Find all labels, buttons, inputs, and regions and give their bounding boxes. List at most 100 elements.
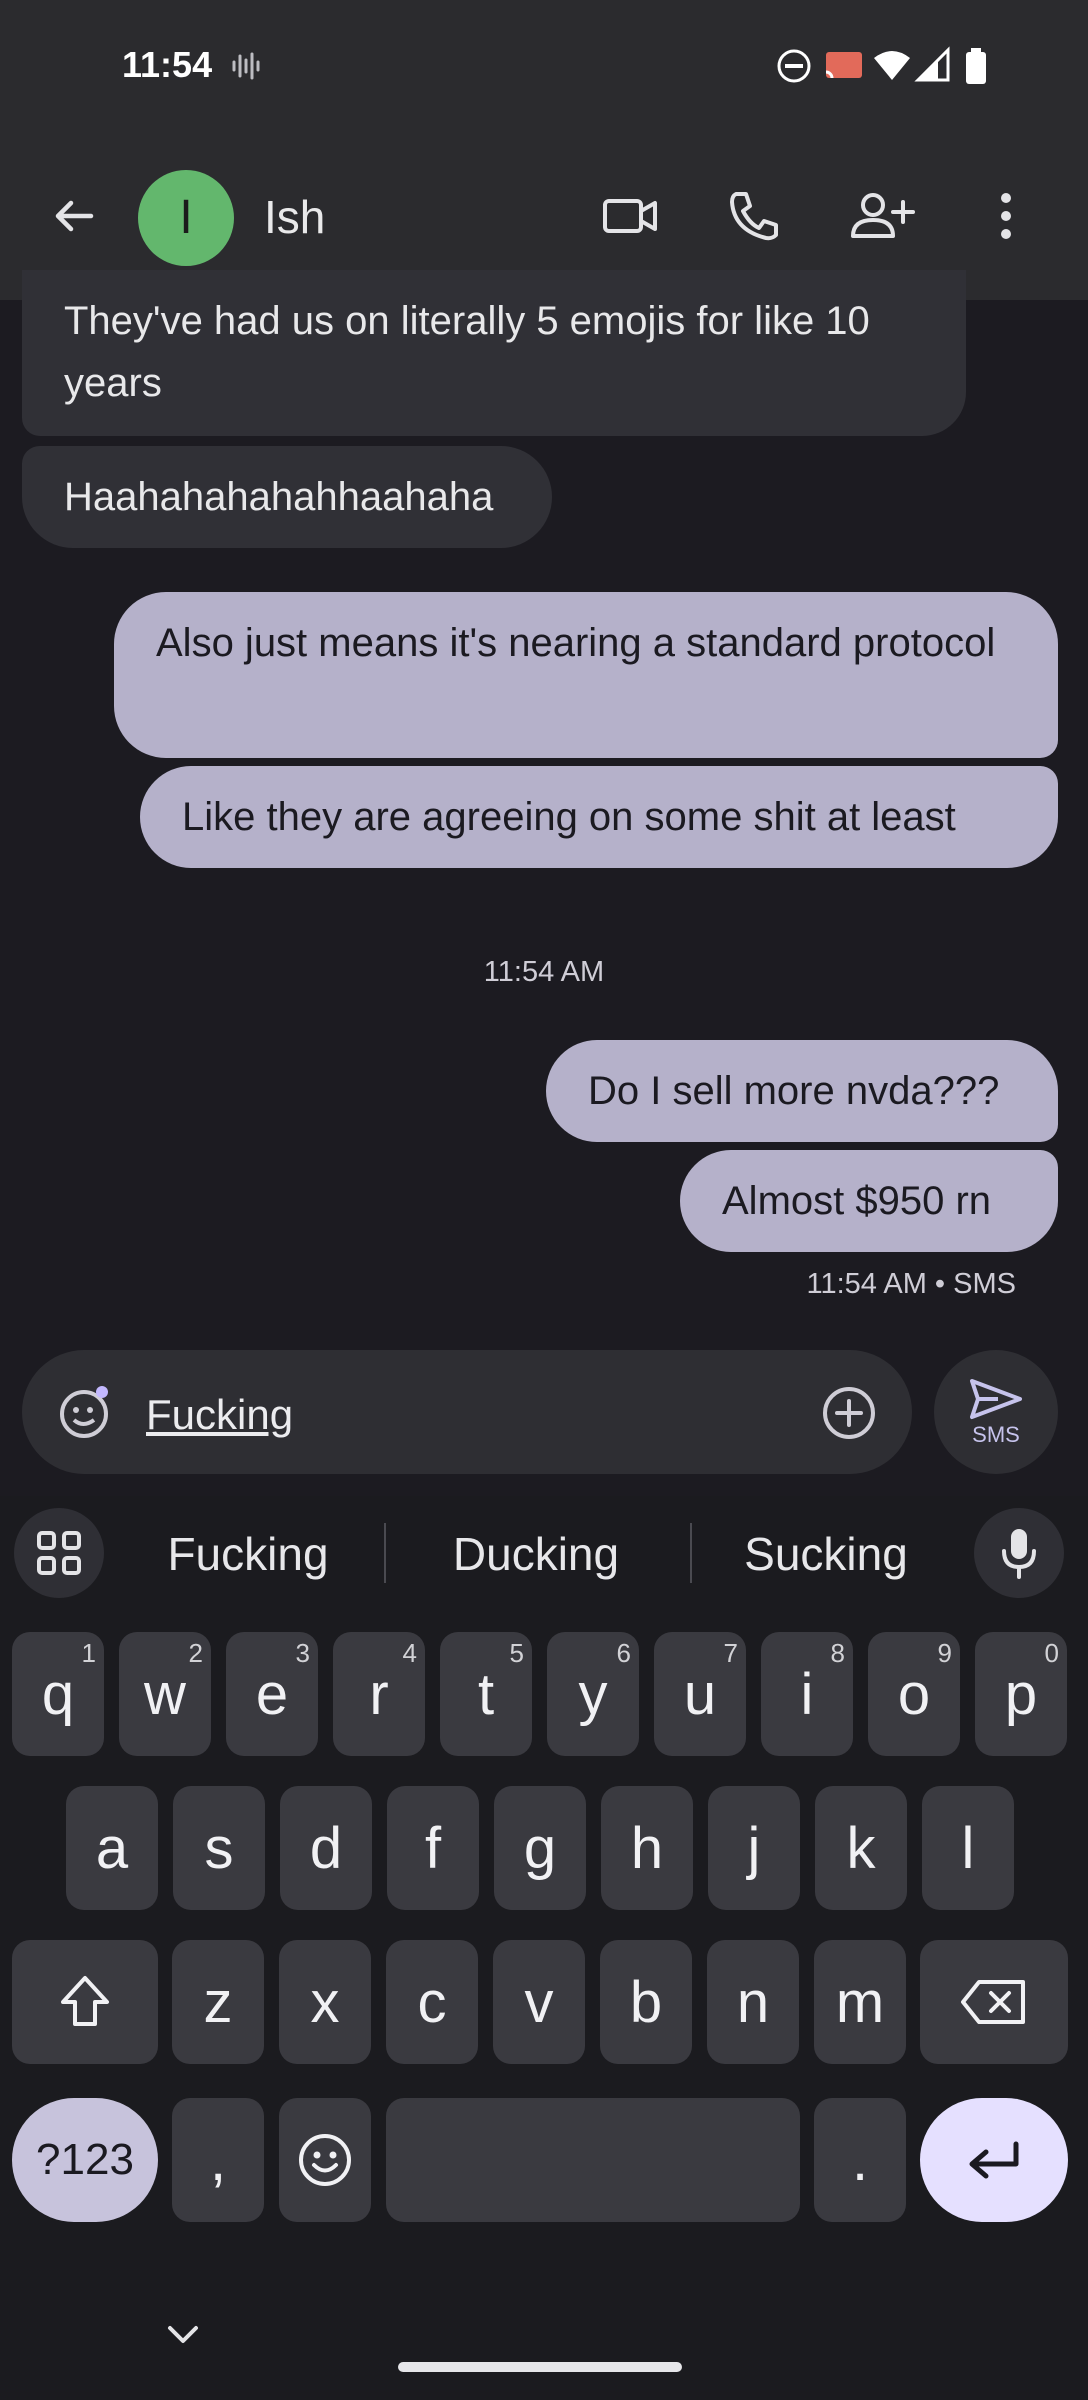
key-e-hint: 3 (295, 1638, 310, 1668)
key-j-label: j (747, 1815, 761, 1881)
emoji-key[interactable] (279, 2098, 371, 2222)
comma-key-label: , (209, 2127, 227, 2193)
key-z[interactable]: z (172, 1940, 264, 2064)
key-a[interactable]: a (66, 1786, 158, 1910)
key-e[interactable]: e3 (226, 1632, 318, 1756)
suggestion-1[interactable]: Fucking (128, 1524, 368, 1584)
key-y-hint: 6 (616, 1638, 631, 1668)
microphone-icon[interactable] (974, 1508, 1064, 1598)
key-c-label: c (417, 1969, 447, 2035)
key-e-label: e (255, 1661, 289, 1727)
suggestion-3[interactable]: Sucking (706, 1524, 946, 1584)
period-key[interactable]: . (814, 2098, 906, 2222)
hide-keyboard-chevron-icon[interactable] (162, 2320, 204, 2350)
incoming-message[interactable]: They've had us on literally 5 emojis for… (22, 270, 966, 436)
key-o[interactable]: o9 (868, 1632, 960, 1756)
suggestion-divider (384, 1523, 386, 1583)
keyboard-apps-icon[interactable] (14, 1508, 104, 1598)
key-q-hint: 1 (81, 1638, 96, 1668)
outgoing-message[interactable]: Also just means it's nearing a standard … (114, 592, 1058, 758)
add-attachment-icon[interactable] (820, 1384, 878, 1442)
message-timestamp: 11:54 AM (483, 956, 605, 988)
shift-key[interactable] (12, 1940, 158, 2064)
key-q-label: q (41, 1661, 75, 1727)
shift-icon (61, 1976, 109, 2026)
key-r-label: r (369, 1661, 389, 1727)
key-t-hint: 5 (509, 1638, 524, 1668)
battery-icon (962, 46, 992, 86)
incoming-message[interactable]: Haahahahahahhaahaha (22, 446, 552, 548)
key-p-hint: 0 (1044, 1638, 1059, 1668)
home-indicator[interactable] (398, 2362, 682, 2372)
key-r[interactable]: r4 (333, 1632, 425, 1756)
key-h[interactable]: h (601, 1786, 693, 1910)
contact-name[interactable]: Ish (264, 190, 325, 244)
key-h-label: h (630, 1815, 664, 1881)
key-b-label: b (629, 1969, 663, 2035)
contact-avatar[interactable]: I (138, 170, 234, 266)
key-q[interactable]: q1 (12, 1632, 104, 1756)
key-c[interactable]: c (386, 1940, 478, 2064)
message-status: 11:54 AM • SMS (806, 1268, 1017, 1300)
key-d-label: d (309, 1815, 343, 1881)
cast-icon (822, 46, 866, 86)
key-l[interactable]: l (922, 1786, 1014, 1910)
key-f[interactable]: f (387, 1786, 479, 1910)
key-v-label: v (524, 1969, 554, 2035)
video-call-icon[interactable] (592, 178, 668, 254)
key-d[interactable]: d (280, 1786, 372, 1910)
key-u-hint: 7 (723, 1638, 738, 1668)
send-button[interactable]: SMS (934, 1350, 1058, 1474)
key-y[interactable]: y6 (547, 1632, 639, 1756)
more-options-icon[interactable] (968, 178, 1044, 254)
key-x-label: x (310, 1969, 340, 2035)
key-y-label: y (578, 1661, 608, 1727)
key-p[interactable]: p0 (975, 1632, 1067, 1756)
emoji-sticker-icon[interactable] (56, 1384, 112, 1440)
wifi-icon (872, 46, 912, 86)
key-b[interactable]: b (600, 1940, 692, 2064)
key-n-label: n (736, 1969, 770, 2035)
key-s[interactable]: s (173, 1786, 265, 1910)
space-key[interactable] (386, 2098, 800, 2222)
key-t[interactable]: t5 (440, 1632, 532, 1756)
backspace-key[interactable] (920, 1940, 1068, 2064)
key-o-hint: 9 (937, 1638, 952, 1668)
key-u[interactable]: u7 (654, 1632, 746, 1756)
cell-signal-icon (914, 46, 954, 86)
key-w-label: w (144, 1661, 186, 1727)
key-n[interactable]: n (707, 1940, 799, 2064)
key-l-label: l (961, 1815, 975, 1881)
key-o-label: o (897, 1661, 931, 1727)
enter-key[interactable] (920, 2098, 1068, 2222)
key-i[interactable]: i8 (761, 1632, 853, 1756)
key-k-label: k (846, 1815, 876, 1881)
outgoing-message[interactable]: Like they are agreeing on some shit at l… (140, 766, 1058, 868)
key-f-label: f (424, 1815, 442, 1881)
key-w-hint: 2 (188, 1638, 203, 1668)
sound-wave-icon (228, 46, 268, 86)
key-j[interactable]: j (708, 1786, 800, 1910)
key-w[interactable]: w2 (119, 1632, 211, 1756)
key-g-label: g (523, 1815, 557, 1881)
key-t-label: t (477, 1661, 495, 1727)
key-k[interactable]: k (815, 1786, 907, 1910)
period-key-label: . (851, 2127, 869, 2193)
key-g[interactable]: g (494, 1786, 586, 1910)
outgoing-message[interactable]: Do I sell more nvda??? (546, 1040, 1058, 1142)
outgoing-message[interactable]: Almost $950 rn (680, 1150, 1058, 1252)
key-p-label: p (1004, 1661, 1038, 1727)
key-x[interactable]: x (279, 1940, 371, 2064)
message-input[interactable] (146, 1385, 786, 1445)
suggestion-2[interactable]: Ducking (416, 1524, 656, 1584)
symbols-key-label: ?123 (36, 2135, 134, 2184)
phone-call-icon[interactable] (716, 178, 792, 254)
symbols-key[interactable]: ?123 (12, 2098, 158, 2222)
send-icon (968, 1377, 1024, 1426)
add-person-icon[interactable] (842, 178, 922, 254)
back-arrow-icon[interactable] (36, 178, 112, 254)
key-v[interactable]: v (493, 1940, 585, 2064)
smiley-icon (299, 2134, 351, 2186)
key-m[interactable]: m (814, 1940, 906, 2064)
comma-key[interactable]: , (172, 2098, 264, 2222)
